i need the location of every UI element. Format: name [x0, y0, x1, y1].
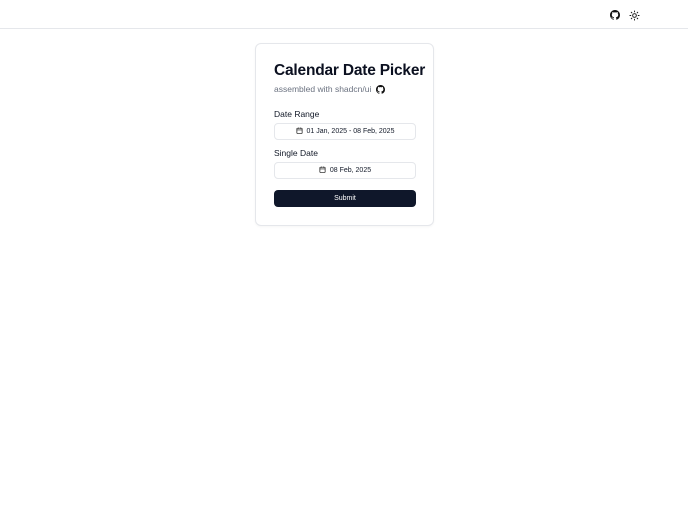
- github-link[interactable]: [606, 6, 624, 24]
- theme-toggle-button[interactable]: [625, 6, 643, 24]
- date-range-value: 01 Jan, 2025 - 08 Feb, 2025: [306, 128, 395, 135]
- date-range-label: Date Range: [274, 109, 320, 119]
- calendar-icon: [296, 127, 307, 136]
- single-date-picker-button[interactable]: 08 Feb, 2025: [274, 162, 416, 179]
- single-date-label: Single Date: [274, 148, 318, 158]
- date-picker-card: Calendar Date Picker assembled with shad…: [255, 43, 434, 226]
- page-title: Calendar Date Picker: [274, 62, 426, 79]
- sun-icon: [628, 9, 640, 21]
- calendar-icon: [319, 166, 330, 175]
- submit-button[interactable]: Submit: [274, 190, 416, 207]
- github-icon[interactable]: [376, 84, 386, 94]
- github-icon: [610, 10, 620, 20]
- subtitle: assembled with shadcn/ui: [274, 84, 372, 94]
- subtitle-row: assembled with shadcn/ui: [274, 84, 386, 94]
- single-date-value: 08 Feb, 2025: [329, 167, 372, 174]
- top-bar: [0, 0, 688, 29]
- date-range-picker-button[interactable]: 01 Jan, 2025 - 08 Feb, 2025: [274, 123, 416, 140]
